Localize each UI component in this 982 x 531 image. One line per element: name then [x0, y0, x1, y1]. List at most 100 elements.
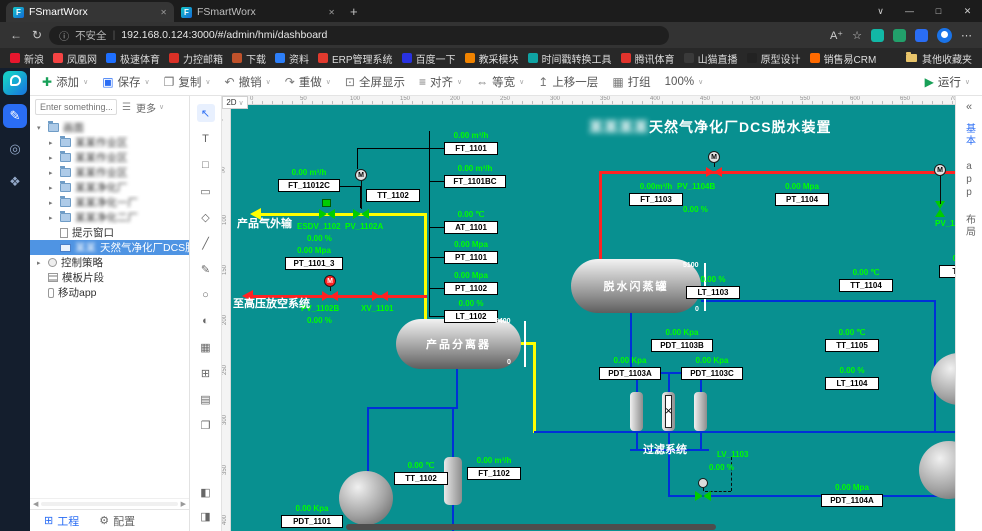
filter-vessel[interactable]: ✕	[662, 392, 675, 431]
valve-icon[interactable]	[353, 209, 369, 219]
instrument-tag-PT_1104[interactable]: PT_1104	[775, 193, 829, 206]
expand-arrow-icon[interactable]: ▸	[49, 214, 56, 222]
bookmark-item[interactable]: 新浪	[10, 51, 44, 66]
motor-actuator-icon[interactable]: M	[324, 275, 336, 287]
tool-icon-7[interactable]: ○	[197, 286, 215, 304]
favorites-icon[interactable]: ☆	[852, 29, 862, 42]
tab-project[interactable]: ⊞ 工程	[44, 513, 79, 529]
instrument-tag-PT_1102[interactable]: PT_1102	[444, 282, 498, 295]
tool-icon-10[interactable]: ⊞	[197, 364, 215, 382]
expand-arrow-icon[interactable]: ▸	[49, 169, 56, 177]
panel-tab-布局[interactable]: 布局	[962, 214, 977, 238]
expand-arrow-icon[interactable]: ▸	[49, 139, 56, 147]
toolbar-button-重做[interactable]: ↷ 重做 ∨	[285, 74, 331, 90]
settings-menu-icon[interactable]: ⋯	[961, 29, 972, 42]
collapse-panel-icon[interactable]: «	[966, 101, 972, 113]
instrument-tag-PDT_1104A[interactable]: PDT_1104A	[821, 494, 883, 507]
bookmark-item[interactable]: 极速体育	[106, 51, 160, 66]
expand-arrow-icon[interactable]: ▸	[49, 184, 56, 192]
valve-icon[interactable]	[706, 167, 722, 177]
address-bar[interactable]: ⓘ 不安全 | 192.168.0.124:3000/#/admin/hmi/d…	[49, 25, 670, 45]
valve-icon[interactable]	[319, 209, 335, 219]
expand-arrow-icon[interactable]: ▾	[37, 124, 44, 132]
tree-item[interactable]: ▸ 某某作业区	[30, 135, 189, 150]
close-button[interactable]: ✕	[953, 0, 982, 22]
instrument-tag-PT_1101[interactable]: PT_1101	[444, 251, 498, 264]
tool-icon-4[interactable]: ◇	[197, 208, 215, 226]
tool-icon-9[interactable]: ▦	[197, 338, 215, 356]
refresh-icon[interactable]: ↻	[32, 28, 42, 42]
vessel[interactable]	[339, 471, 393, 525]
tool-icon-0[interactable]: ↖	[196, 104, 215, 122]
motor-actuator-icon[interactable]: M	[934, 164, 946, 176]
new-tab-button[interactable]: +	[350, 2, 358, 22]
tool-icon-3[interactable]: ▭	[197, 182, 215, 200]
instrument-tag-PDT_1103C[interactable]: PDT_1103C	[681, 367, 743, 380]
bookmark-item[interactable]: 腾讯体育	[620, 51, 675, 66]
scroll-right-icon[interactable]: ▶	[181, 500, 186, 508]
back-icon[interactable]: ←	[10, 28, 22, 42]
tree-item[interactable]: 某某天然气净化厂DCS脱水装置	[30, 240, 189, 255]
toolbar-button-100%[interactable]: 100% ∨	[665, 76, 704, 88]
toolbar-button-对齐[interactable]: ≡ 对齐 ∨	[419, 74, 462, 90]
maximize-button[interactable]: □	[924, 0, 953, 22]
search-input[interactable]	[35, 99, 117, 115]
tree-item[interactable]: ▸ 某某净化一厂	[30, 195, 189, 210]
bookmark-item[interactable]: 原型设计	[746, 51, 801, 66]
fsmartworx-logo-icon[interactable]	[3, 71, 27, 95]
tree-item[interactable]: ▸ 某某作业区	[30, 150, 189, 165]
bookmark-item[interactable]: 百度一下	[401, 51, 456, 66]
tool-icon-8[interactable]: ◐	[197, 312, 215, 330]
tree-item[interactable]: ▾ 画面	[30, 120, 189, 135]
vessel[interactable]	[919, 441, 955, 499]
tool-icon-12[interactable]: ❐	[197, 416, 215, 434]
filter-vessel[interactable]	[694, 392, 707, 431]
tool-icon-2[interactable]: □	[197, 156, 215, 174]
profile-avatar[interactable]	[937, 27, 952, 43]
expand-arrow-icon[interactable]: ▸	[49, 199, 56, 207]
view-mode-selector[interactable]: 2D ∨	[222, 96, 248, 109]
scroll-track[interactable]	[41, 502, 178, 506]
minimize-button[interactable]: —	[895, 0, 924, 22]
bookmark-item[interactable]: 凤凰网	[53, 51, 97, 66]
instrument-tag-FT_1101[interactable]: FT_1101	[444, 142, 498, 155]
instrument-tag-TT_110[interactable]: TT_110	[939, 265, 955, 278]
panel-toggle-icon-1[interactable]: ◨	[197, 507, 215, 525]
instrument-tag-AT_1101[interactable]: AT_1101	[444, 221, 498, 234]
scada-canvas[interactable]: 某某某某 天然气净化厂DCS脱水装置 产品分离器 脱水闪蒸罐 ✕ M M M M 0.00 m³…	[231, 105, 955, 531]
browser-tab[interactable]: F FSmartWorx ✕	[6, 2, 174, 22]
panel-toggle-icon-0[interactable]: ◧	[197, 483, 215, 501]
toolbar-button-复制[interactable]: ❐ 复制 ∨	[164, 74, 211, 90]
toolbar-button-上移一层[interactable]: ↥ 上移一层	[538, 74, 598, 90]
instrument-tag-FT_11012C[interactable]: FT_11012C	[278, 179, 340, 192]
bookmark-item[interactable]: 销售易CRM	[809, 51, 876, 66]
read-aloud-icon[interactable]: A⁺	[830, 29, 843, 42]
rail-item-model[interactable]: ❖	[3, 170, 27, 194]
run-button[interactable]: ▶ 运行 ∨	[925, 74, 970, 90]
instrument-tag-LT_1103[interactable]: LT_1103	[686, 286, 740, 299]
toolbar-button-全屏显示[interactable]: ⊡ 全屏显示	[345, 74, 405, 90]
tool-icon-5[interactable]: ╱	[197, 234, 215, 252]
bookmark-item[interactable]: 下载	[232, 51, 266, 66]
instrument-tag-FT_1101BC[interactable]: FT_1101BC	[444, 175, 506, 188]
expand-arrow-icon[interactable]: ▸	[37, 259, 44, 267]
motor-actuator-icon[interactable]: M	[355, 169, 367, 181]
instrument-tag-PDT_1103A[interactable]: PDT_1103A	[599, 367, 661, 380]
scroll-left-icon[interactable]: ◀	[33, 500, 38, 508]
vessel-脱水闪蒸罐[interactable]: 脱水闪蒸罐	[571, 259, 701, 313]
instrument-tag-TT_1105[interactable]: TT_1105	[825, 339, 879, 352]
tool-icon-6[interactable]: ✎	[197, 260, 215, 278]
toolbar-button-添加[interactable]: ✚ 添加 ∨	[42, 74, 88, 90]
toolbar-button-撤销[interactable]: ↶ 撤销 ∨	[225, 74, 271, 90]
bookmark-item[interactable]: 教采模块	[464, 51, 519, 66]
toolbar-button-保存[interactable]: ▣ 保存 ∨	[102, 74, 149, 90]
tree-item[interactable]: ▸ 某某净化厂	[30, 180, 189, 195]
tree-item[interactable]: ▸ 某某净化二厂	[30, 210, 189, 225]
instrument-tag-FT_1102[interactable]: FT_1102	[467, 467, 521, 480]
canvas-hscrollbar[interactable]	[346, 524, 716, 530]
bookmark-item[interactable]: 山猫直播	[683, 51, 738, 66]
expand-arrow-icon[interactable]: ▸	[49, 154, 56, 162]
more-button[interactable]: 更多 ∨	[136, 100, 164, 115]
tool-icon-11[interactable]: ▤	[197, 390, 215, 408]
instrument-tag-LT_1102[interactable]: LT_1102	[444, 310, 498, 323]
